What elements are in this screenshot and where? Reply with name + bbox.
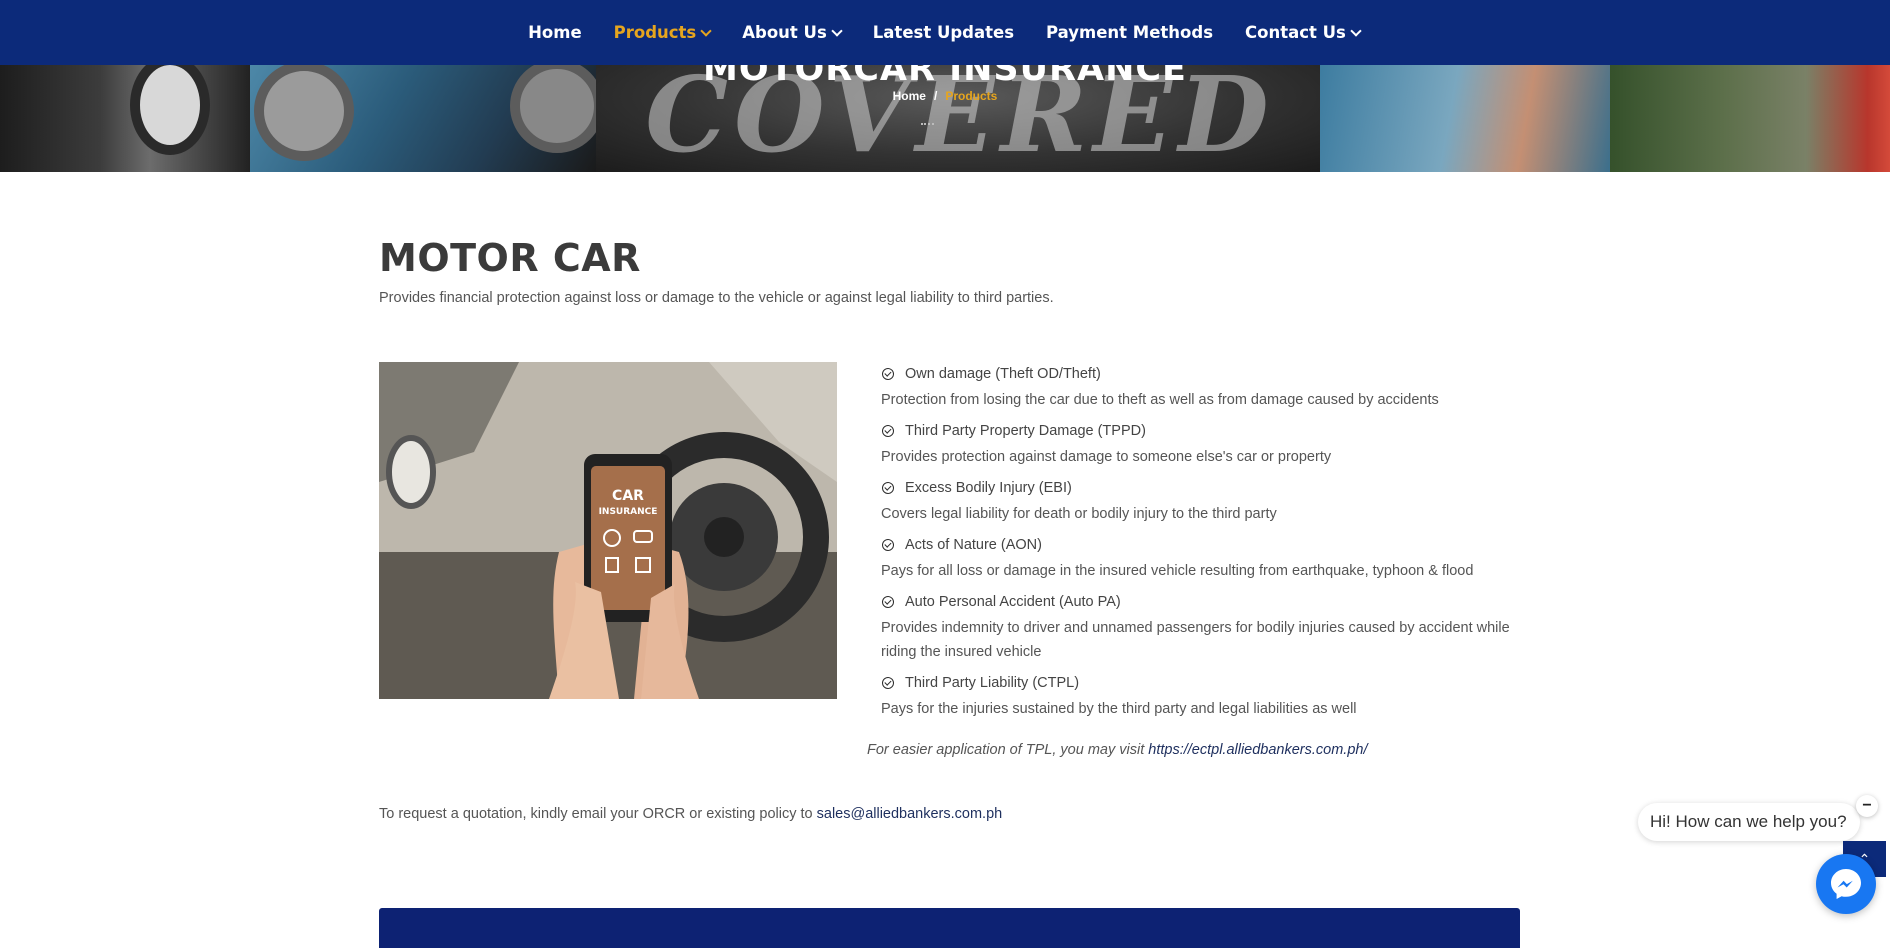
page-title: MOTOR CAR [379, 236, 641, 280]
coverage-description: Covers legal liability for death or bodi… [881, 506, 1277, 522]
check-circle-icon [882, 596, 894, 608]
quotation-note: To request a quotation, kindly email you… [379, 806, 1002, 822]
check-circle-icon [882, 425, 894, 437]
car-insurance-illustration: CAR INSURANCE [379, 362, 837, 699]
hero-banner: COVERED MOTORCAR INSURANCE Home / Products [0, 65, 1890, 172]
nav-item-home[interactable]: Home [512, 23, 598, 42]
nav-label: Latest Updates [872, 23, 1015, 42]
breadcrumb-separator: / [933, 89, 938, 103]
coverage-description: Provides protection against damage to so… [881, 449, 1332, 465]
close-chat-button[interactable]: − [1856, 795, 1878, 817]
list-item: Third Party Property Damage (TPPD) Provi… [881, 421, 1521, 469]
check-circle-icon [882, 368, 894, 380]
sales-email-link[interactable]: sales@alliedbankers.com.ph [817, 806, 1003, 822]
car-insurance-photo: CAR INSURANCE [379, 362, 837, 699]
messenger-chat-button[interactable] [1816, 854, 1876, 914]
coverage-title: Own damage (Theft OD/Theft) [905, 366, 1101, 382]
nav-item-contact-us[interactable]: Contact Us [1229, 23, 1376, 42]
breadcrumb: Home / Products [0, 89, 1890, 103]
nav-label: Contact Us [1245, 23, 1346, 42]
coverage-description: Pays for the injuries sustained by the t… [881, 701, 1357, 717]
hero-title: MOTORCAR INSURANCE [703, 65, 1187, 89]
list-item: Auto Personal Accident (Auto PA) Provide… [881, 592, 1521, 664]
messenger-icon [1831, 869, 1861, 899]
tpl-application-note: For easier application of TPL, you may v… [867, 742, 1368, 758]
list-item: Excess Bodily Injury (EBI) Covers legal … [881, 478, 1521, 526]
chat-greeting-bubble[interactable]: Hi! How can we help you? [1638, 803, 1860, 841]
chat-greeting-text: Hi! How can we help you? [1650, 812, 1847, 831]
quotation-text: To request a quotation, kindly email you… [379, 806, 817, 822]
hero-divider [921, 123, 934, 125]
phone-screen-line1: CAR [612, 488, 644, 504]
minus-icon: − [1862, 797, 1872, 814]
list-item: Acts of Nature (AON) Pays for all loss o… [881, 535, 1521, 583]
coverage-title: Acts of Nature (AON) [905, 537, 1042, 553]
coverage-description: Provides indemnity to driver and unnamed… [881, 620, 1510, 660]
coverage-title: Third Party Property Damage (TPPD) [905, 423, 1146, 439]
breadcrumb-current: Products [945, 89, 998, 103]
top-navbar: Home Products About Us Latest Updates Pa… [0, 0, 1890, 65]
intro-text: Provides financial protection against lo… [379, 290, 1054, 306]
coverage-description: Protection from losing the car due to th… [881, 392, 1439, 408]
coverage-title: Auto Personal Accident (Auto PA) [905, 594, 1121, 610]
chevron-down-icon [700, 24, 712, 37]
chevron-down-icon [1350, 24, 1362, 37]
check-circle-icon [882, 539, 894, 551]
nav-item-products[interactable]: Products [598, 23, 727, 42]
list-item: Third Party Liability (CTPL) Pays for th… [881, 673, 1521, 721]
coverage-title: Excess Bodily Injury (EBI) [905, 480, 1072, 496]
ectpl-link[interactable]: https://ectpl.alliedbankers.com.ph/ [1148, 742, 1367, 758]
nav-menu: Home Products About Us Latest Updates Pa… [512, 23, 1376, 42]
check-circle-icon [882, 677, 894, 689]
tpl-note-text: For easier application of TPL, you may v… [867, 742, 1149, 758]
breadcrumb-home-link[interactable]: Home [893, 89, 926, 103]
check-circle-icon [882, 482, 894, 494]
footer-section-band [379, 908, 1520, 948]
coverage-title: Third Party Liability (CTPL) [905, 675, 1080, 691]
nav-item-about-us[interactable]: About Us [726, 23, 857, 42]
nav-label: Products [613, 23, 697, 42]
nav-label: Home [528, 23, 582, 42]
nav-item-payment-methods[interactable]: Payment Methods [1030, 23, 1229, 42]
nav-label: About Us [742, 23, 827, 42]
coverage-description: Pays for all loss or damage in the insur… [881, 563, 1474, 579]
phone-screen-line2: INSURANCE [599, 507, 658, 517]
nav-label: Payment Methods [1046, 23, 1214, 42]
chevron-down-icon [831, 24, 843, 37]
list-item: Own damage (Theft OD/Theft) Protection f… [881, 364, 1521, 412]
nav-item-latest-updates[interactable]: Latest Updates [857, 23, 1030, 42]
coverage-list: Own damage (Theft OD/Theft) Protection f… [881, 364, 1521, 730]
